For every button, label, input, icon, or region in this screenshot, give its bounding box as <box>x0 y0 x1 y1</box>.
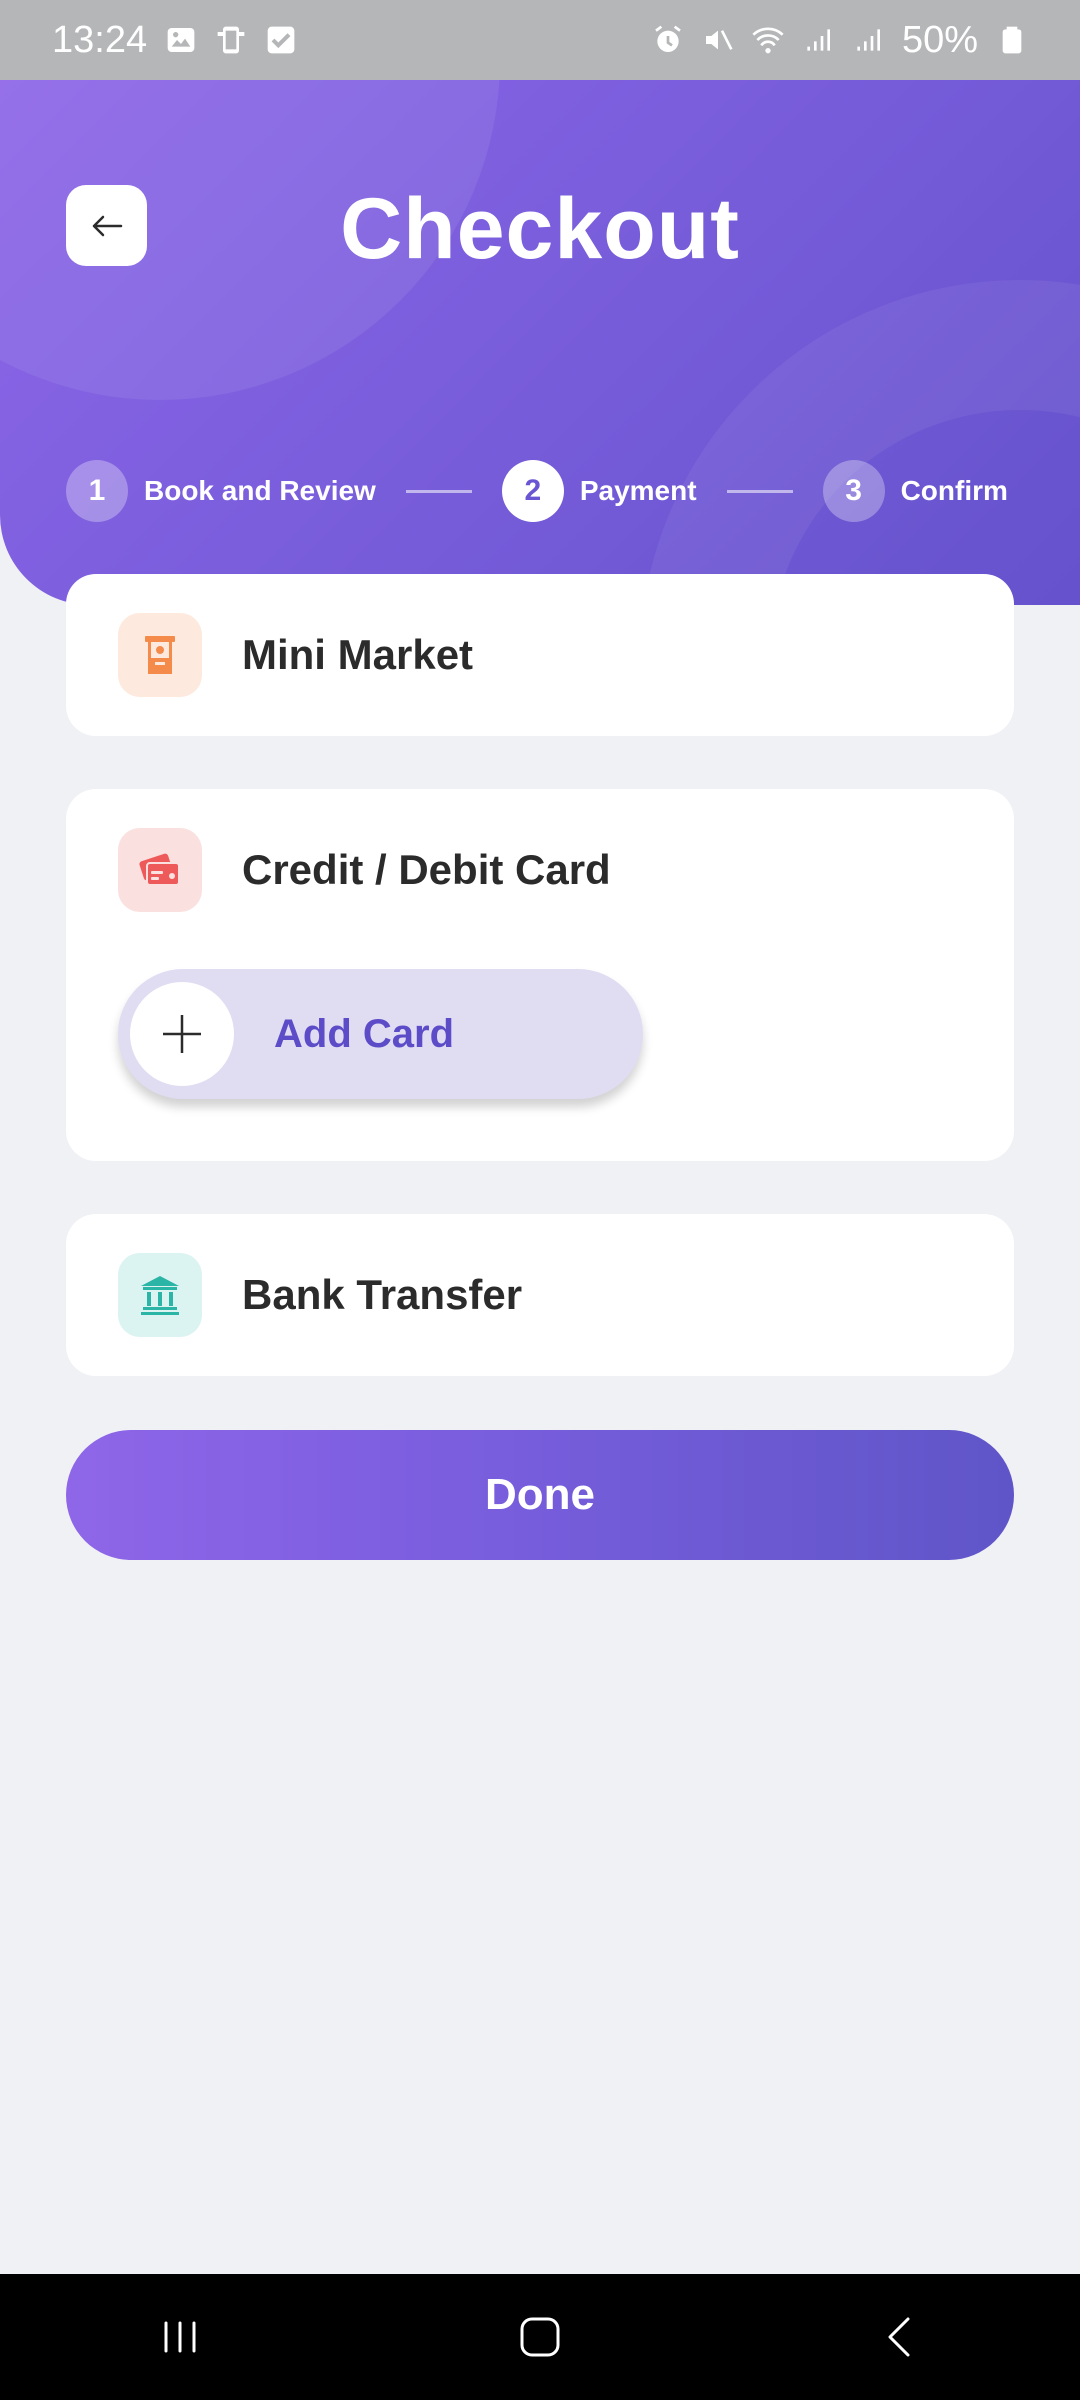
recent-apps-icon <box>164 2321 196 2353</box>
step-payment: 2 Payment <box>501 460 697 522</box>
payment-option-row: Bank Transfer <box>118 1253 522 1337</box>
step-number: 3 <box>822 460 885 522</box>
step-book-and-review: 1 Book and Review <box>66 460 376 522</box>
home-icon <box>520 2317 560 2357</box>
step-connector <box>726 489 793 493</box>
step-label: Book and Review <box>144 475 376 506</box>
step-confirm: 3 Confirm <box>822 460 1008 522</box>
checkout-stepper: 1 Book and Review 2 Payment 3 Confirm <box>66 460 1026 522</box>
step-number: 2 <box>501 460 564 522</box>
wifi-icon <box>752 24 784 56</box>
add-card-label: Add Card <box>274 1011 454 1056</box>
status-left: 13:24 <box>52 19 297 62</box>
add-card-button[interactable]: Add Card <box>118 969 643 1099</box>
payment-option-row: Mini Market <box>118 613 473 697</box>
step-number: 1 <box>66 460 128 522</box>
done-button[interactable]: Done <box>66 1430 1014 1560</box>
step-label: Payment <box>579 475 697 506</box>
image-icon <box>165 24 197 56</box>
mute-icon <box>702 24 734 56</box>
alarm-icon <box>652 24 684 56</box>
header-decoration-ring <box>640 280 1080 605</box>
credit-card-icon <box>118 828 202 912</box>
battery-icon <box>996 24 1028 56</box>
signal-icon <box>802 24 834 56</box>
plus-icon <box>130 982 234 1086</box>
step-connector <box>405 489 472 493</box>
status-bar: 13:24 50% <box>0 0 1080 80</box>
page-title: Checkout <box>340 181 740 277</box>
step-label: Confirm <box>900 475 1008 506</box>
bank-icon <box>118 1253 202 1337</box>
payment-option-row: Credit / Debit Card <box>118 828 611 912</box>
check-icon <box>265 24 297 56</box>
battery-percent: 50% <box>901 18 978 61</box>
back-nav-button[interactable] <box>860 2297 940 2377</box>
payment-option-label: Credit / Debit Card <box>242 846 611 893</box>
device-icon <box>215 24 247 56</box>
payment-option-credit-debit-card[interactable]: Credit / Debit Card Add Card <box>66 789 1014 1161</box>
signal-icon-2 <box>852 24 884 56</box>
system-nav-bar <box>0 2274 1080 2400</box>
back-icon <box>888 2317 910 2357</box>
store-icon <box>118 613 202 697</box>
status-time: 13:24 <box>52 18 148 61</box>
recent-apps-button[interactable] <box>140 2297 220 2377</box>
payment-option-label: Bank Transfer <box>242 1271 523 1318</box>
home-button[interactable] <box>500 2297 580 2377</box>
payment-option-bank-transfer[interactable]: Bank Transfer <box>66 1214 1014 1376</box>
payment-option-label: Mini Market <box>242 631 474 678</box>
status-right: 50% <box>652 19 1028 62</box>
checkout-header: Checkout 1 Book and Review 2 Payment 3 C… <box>0 80 1080 605</box>
payment-option-mini-market[interactable]: Mini Market <box>66 574 1014 736</box>
